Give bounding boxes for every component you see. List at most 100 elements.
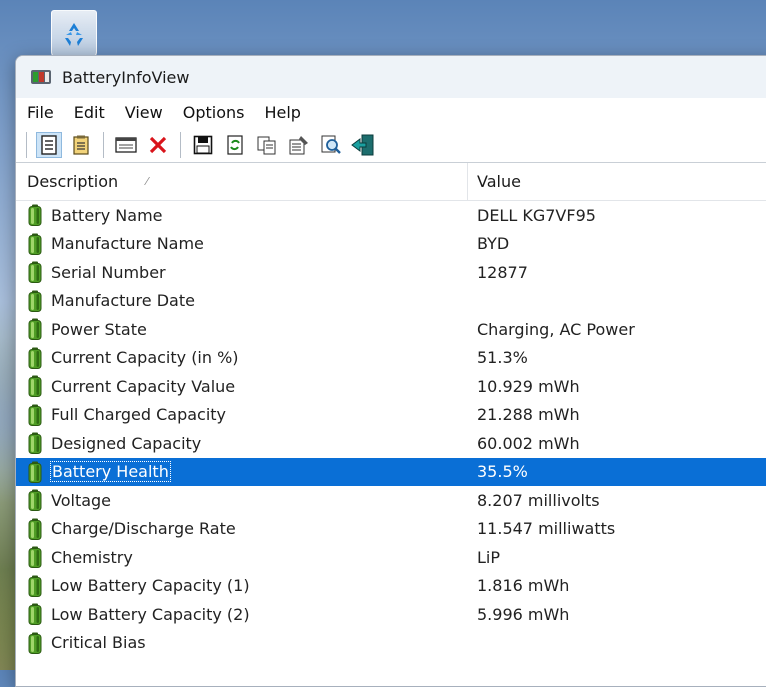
row-description-cell: Power State [16, 318, 468, 341]
sort-indicator-icon: ⁄ [146, 175, 148, 188]
row-description: Low Battery Capacity (1) [51, 576, 250, 596]
row-description: Current Capacity (in %) [51, 348, 239, 368]
column-header-description-label: Description [27, 172, 119, 191]
menu-options[interactable]: Options [173, 98, 255, 128]
menu-file[interactable]: File [16, 98, 64, 128]
properties-sheet-icon [289, 136, 308, 155]
row-value: 51.3% [477, 348, 528, 368]
list-row[interactable]: Full Charged Capacity 21.288 mWh [16, 401, 766, 430]
list-row[interactable]: Designed Capacity 60.002 mWh [16, 429, 766, 458]
row-value: LiP [477, 547, 501, 567]
properties-sheet-button[interactable] [286, 132, 312, 158]
row-description-cell: Charge/Discharge Rate [16, 518, 468, 540]
battery-icon [28, 318, 42, 341]
properties-icon [41, 135, 57, 155]
row-description: Manufacture Name [51, 234, 204, 254]
row-description-cell: Full Charged Capacity [16, 404, 468, 426]
battery-icon [28, 204, 42, 227]
column-header-value[interactable]: Value [468, 163, 766, 200]
html-report-icon [73, 135, 89, 155]
menu-help[interactable]: Help [254, 98, 310, 128]
refresh-icon [227, 135, 243, 155]
copy-icon [257, 136, 276, 155]
battery-info-list[interactable]: Description ⁄ Value Battery Name DELL KG… [16, 163, 766, 657]
battery-icon [28, 375, 42, 398]
copy-button[interactable] [254, 132, 280, 158]
row-description-cell: Battery Name [16, 204, 468, 227]
find-icon [321, 135, 341, 154]
list-row[interactable]: Low Battery Capacity (1) 1.816 mWh [16, 572, 766, 601]
list-row[interactable]: Charge/Discharge Rate 11.547 milliwatts [16, 515, 766, 544]
menu-view[interactable]: View [115, 98, 173, 128]
list-row[interactable]: Chemistry LiP [16, 543, 766, 572]
column-header-description[interactable]: Description ⁄ [16, 163, 468, 200]
row-description-cell: Battery Health [16, 461, 468, 483]
list-row[interactable]: Manufacture Date [16, 287, 766, 316]
battery-icon [28, 518, 42, 540]
list-row[interactable]: Power State Charging, AC Power [16, 315, 766, 344]
row-description-cell: Low Battery Capacity (2) [16, 603, 468, 626]
row-description: Battery Health [50, 461, 171, 483]
row-description-cell: Current Capacity (in %) [16, 347, 468, 369]
save-icon [193, 135, 213, 155]
row-description: Chemistry [51, 547, 133, 567]
list-rows: Battery Name DELL KG7VF95 Manufacture Na… [16, 201, 766, 657]
list-row[interactable]: Voltage 8.207 millivolts [16, 486, 766, 515]
exit-button[interactable] [350, 132, 376, 158]
list-row[interactable]: Current Capacity Value 10.929 mWh [16, 372, 766, 401]
find-button[interactable] [318, 132, 344, 158]
row-description-cell: Manufacture Date [16, 290, 468, 312]
row-description: Full Charged Capacity [51, 405, 227, 425]
save-button[interactable] [190, 132, 216, 158]
battery-icon [28, 575, 42, 597]
row-description: Serial Number [51, 262, 166, 282]
row-description: Battery Name [51, 205, 163, 225]
row-description: Charge/Discharge Rate [51, 519, 236, 539]
row-description: Low Battery Capacity (2) [51, 604, 250, 624]
row-description-cell: Manufacture Name [16, 233, 468, 255]
delete-icon [149, 136, 167, 154]
list-row[interactable]: Critical Bias [16, 629, 766, 658]
battery-info-window: BatteryInfoView File Edit View Options H… [15, 55, 766, 687]
row-value: Charging, AC Power [477, 319, 635, 339]
list-row[interactable]: Manufacture Name BYD [16, 230, 766, 259]
row-description-cell: Low Battery Capacity (1) [16, 575, 468, 597]
row-description-cell: Critical Bias [16, 632, 468, 654]
list-row[interactable]: Serial Number 12877 [16, 258, 766, 287]
battery-icon [28, 632, 42, 654]
row-description: Current Capacity Value [51, 376, 236, 396]
row-value: 8.207 millivolts [477, 490, 600, 510]
exit-icon [351, 134, 374, 156]
toolbar [16, 128, 766, 163]
list-row[interactable]: Current Capacity (in %) 51.3% [16, 344, 766, 373]
recycle-bin-desktop-icon[interactable] [46, 6, 102, 58]
toolbar-separator [103, 132, 104, 158]
recycle-bin-icon [51, 10, 97, 58]
toolbar-separator [26, 132, 27, 158]
row-description-cell: Voltage [16, 489, 468, 512]
row-description: Voltage [51, 490, 112, 510]
battery-icon [28, 347, 42, 369]
battery-icon [28, 233, 42, 255]
row-description-cell: Designed Capacity [16, 432, 468, 455]
list-row[interactable]: Battery Health 35.5% [16, 457, 766, 486]
list-header: Description ⁄ Value [16, 163, 766, 201]
row-value: DELL KG7VF95 [477, 205, 596, 225]
delete-button[interactable] [145, 132, 171, 158]
refresh-button[interactable] [222, 132, 248, 158]
row-description: Designed Capacity [51, 433, 202, 453]
list-row[interactable]: Battery Name DELL KG7VF95 [16, 201, 766, 230]
row-description: Manufacture Date [51, 291, 195, 311]
row-value: 11.547 milliwatts [477, 519, 616, 539]
row-value: BYD [477, 234, 510, 254]
row-value: 5.996 mWh [477, 604, 570, 624]
title-bar[interactable]: BatteryInfoView [16, 56, 766, 98]
battery-icon [28, 489, 42, 512]
menu-edit[interactable]: Edit [64, 98, 115, 128]
properties-button[interactable] [36, 132, 62, 158]
battery-icon [28, 603, 42, 626]
list-row[interactable]: Low Battery Capacity (2) 5.996 mWh [16, 600, 766, 629]
refresh-window-button[interactable] [113, 132, 139, 158]
html-report-button[interactable] [68, 132, 94, 158]
battery-icon [28, 461, 42, 483]
